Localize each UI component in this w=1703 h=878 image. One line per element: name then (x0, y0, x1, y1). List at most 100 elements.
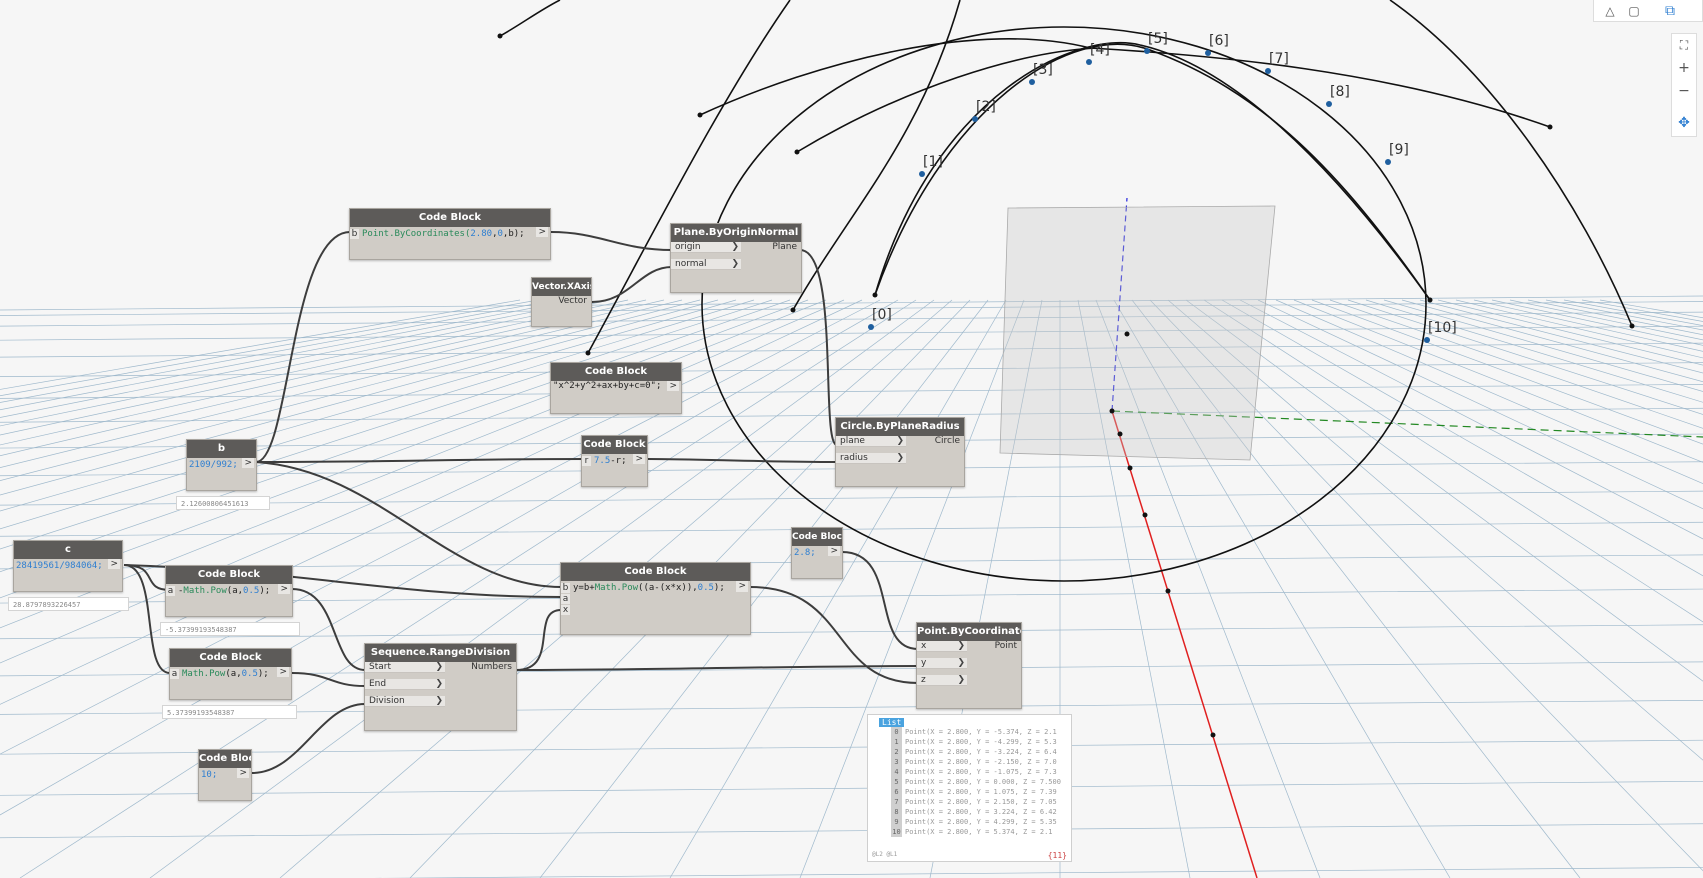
axis-point (1142, 512, 1148, 518)
point-index-label: [10] (1428, 320, 1457, 336)
node-circle-by-plane-radius[interactable]: Circle.ByPlaneRadius plane ❯ Circle radius… (835, 417, 965, 487)
input-port-radius[interactable]: radius ❯ (836, 453, 906, 464)
output-port[interactable]: > (108, 559, 120, 569)
axis-point (1109, 408, 1115, 414)
plane-preview (999, 205, 1276, 461)
node-title: Circle.ByPlaneRadius (836, 418, 964, 436)
input-port-start[interactable]: Start ❯ (365, 662, 445, 673)
sequence-point (972, 116, 978, 122)
node-title: Sequence.RangeDivision (365, 644, 516, 662)
sequence-point (1385, 159, 1391, 165)
item-count: {11} (1047, 851, 1067, 860)
node-vector-xaxis[interactable]: Vector.XAxis Vector (531, 277, 592, 327)
pan-icon[interactable]: ✥ (1672, 112, 1696, 134)
list-item-index: 3 (891, 757, 902, 767)
output-port[interactable]: > (536, 227, 548, 237)
output-port[interactable]: > (237, 768, 249, 778)
input-port-y[interactable]: y ❯ (917, 658, 967, 669)
cube-view-icon[interactable]: ▢ (1622, 0, 1646, 22)
node-title: Vector.XAxis (532, 278, 591, 296)
list-item-index: 5 (891, 777, 902, 787)
curve-endpoint (794, 149, 800, 155)
point-index-label: [1] (923, 154, 943, 170)
list-item: 4 Point(X = 2.800, Y = -1.075, Z = 7.3 (868, 767, 1071, 777)
preview-b: 2.12600806451613 (176, 496, 270, 510)
input-pin-a[interactable]: a (561, 594, 570, 604)
node-plane-by-origin-normal[interactable]: Plane.ByOriginNormal origin ❯ Plane normal… (670, 223, 802, 293)
input-pin-x[interactable]: x (561, 605, 570, 615)
output-port-vector[interactable]: Vector (558, 296, 587, 306)
code-line[interactable]: y=b+Math.Pow((a-(x*x)),0.5); (573, 583, 725, 593)
output-port[interactable]: > (277, 667, 289, 677)
input-pin-r[interactable]: r (582, 456, 591, 466)
node-code-block-c[interactable]: c 28419561/984064; > (13, 540, 123, 592)
node-code-block-negative-sqrt[interactable]: Code Block a -Math.Pow(a,0.5); > (165, 565, 293, 617)
list-items: 0 Point(X = 2.800, Y = -5.374, Z = 2.1 1 Po… (868, 727, 1071, 837)
axis-point (1127, 465, 1133, 471)
output-port-numbers[interactable]: Numbers (471, 662, 512, 672)
output-port[interactable]: > (828, 546, 840, 556)
code-line[interactable]: Point.ByCoordinates(2.80,0,b); (362, 229, 525, 239)
axis-point (1210, 732, 1216, 738)
node-sequence-range-division[interactable]: Sequence.RangeDivision Start ❯ Numbers End… (364, 643, 517, 731)
node-code-block-string[interactable]: Code Block "x^2+y^2+ax+by+c=0"; > (550, 362, 682, 414)
code-line[interactable]: 10; (201, 770, 217, 780)
input-port-division[interactable]: Division ❯ (365, 696, 445, 707)
output-port[interactable]: > (667, 381, 679, 391)
input-port-normal[interactable]: normal ❯ (671, 259, 741, 270)
list-item: 7 Point(X = 2.800, Y = 2.150, Z = 7.05 (868, 797, 1071, 807)
output-port[interactable]: > (736, 581, 748, 592)
code-line[interactable]: -Math.Pow(a,0.5); (178, 586, 270, 596)
code-line[interactable]: 2.8; (794, 548, 816, 558)
zoom-fit-icon[interactable]: ⛶ (1672, 34, 1696, 56)
output-port[interactable]: > (633, 454, 645, 464)
input-pin-b[interactable]: b (350, 229, 359, 239)
node-code-block-y-equation[interactable]: Code Block b y=b+Math.Pow((a-(x*x)),0.5);… (560, 562, 751, 635)
node-code-block-radius[interactable]: Code Block r 7.5-r; > (581, 435, 648, 487)
node-title: Code Block (166, 566, 292, 584)
graph-view-icon[interactable]: ⧉ (1658, 0, 1682, 22)
curve-endpoint (1629, 323, 1635, 329)
code-line[interactable]: 2109/992; (189, 460, 238, 470)
node-code-block-point[interactable]: Code Block b Point.ByCoordinates(2.80,0,b… (349, 208, 551, 260)
list-item-index: 8 (891, 807, 902, 817)
node-title: Point.ByCoordinates (917, 623, 1021, 641)
output-port[interactable]: > (242, 458, 254, 468)
node-title: Code Block (199, 750, 251, 768)
node-code-block-b[interactable]: b 2109/992; > (186, 439, 257, 491)
node-title: Code Block (792, 528, 842, 546)
geometry-view-icon[interactable]: △ (1598, 0, 1622, 22)
zoom-toolbar: ⛶ + − ✥ (1671, 33, 1697, 137)
node-title: Code Block (350, 209, 550, 227)
input-port-x[interactable]: x ❯ (917, 641, 967, 652)
input-pin-a[interactable]: a (170, 669, 179, 679)
list-item: 6 Point(X = 2.800, Y = 1.075, Z = 7.39 (868, 787, 1071, 797)
input-port-z[interactable]: z ❯ (917, 675, 967, 686)
node-code-block-two-point-eight[interactable]: Code Block 2.8; > (791, 527, 843, 579)
point-index-label: [2] (976, 99, 996, 115)
list-item-value: Point(X = 2.800, Y = 5.374, Z = 2.1 (905, 828, 1053, 836)
output-port-plane[interactable]: Plane (772, 242, 797, 252)
input-port-end[interactable]: End ❯ (365, 679, 445, 690)
point-list-preview[interactable]: List 0 Point(X = 2.800, Y = -5.374, Z = 2… (867, 714, 1072, 862)
zoom-out-icon[interactable]: − (1672, 80, 1696, 102)
code-line[interactable]: 28419561/984064; (16, 561, 103, 571)
node-code-block-ten[interactable]: Code Block 10; > (198, 749, 252, 801)
node-title: Code Block (561, 563, 750, 581)
output-port-point[interactable]: Point (995, 641, 1017, 651)
zoom-in-icon[interactable]: + (1672, 57, 1696, 79)
output-port-circle[interactable]: Circle (935, 436, 960, 446)
node-code-block-positive-sqrt[interactable]: Code Block a Math.Pow(a,0.5); > (169, 648, 292, 700)
node-point-by-coordinates[interactable]: Point.ByCoordinates x ❯ Point y ❯ z ❯ (916, 622, 1022, 709)
code-line[interactable]: 7.5-r; (594, 456, 627, 466)
list-item: 9 Point(X = 2.800, Y = 4.299, Z = 5.35 (868, 817, 1071, 827)
input-port-plane[interactable]: plane ❯ (836, 436, 906, 447)
input-pin-a[interactable]: a (166, 586, 175, 596)
input-pin-b[interactable]: b (561, 583, 570, 593)
code-line[interactable]: "x^2+y^2+ax+by+c=0"; (553, 381, 661, 391)
input-port-origin[interactable]: origin ❯ (671, 242, 741, 253)
code-line[interactable]: Math.Pow(a,0.5); (182, 669, 269, 679)
curve-endpoint (697, 112, 703, 118)
output-port[interactable]: > (278, 584, 290, 594)
list-item-index: 10 (891, 827, 902, 837)
